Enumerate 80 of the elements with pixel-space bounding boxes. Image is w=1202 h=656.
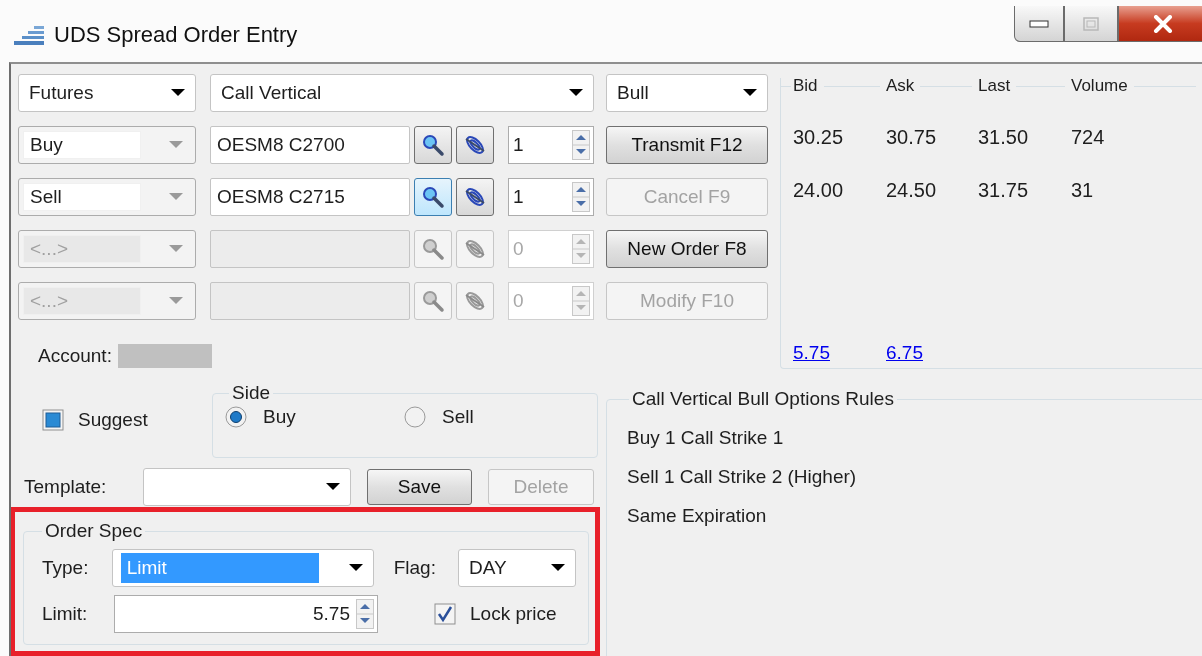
checkbox-label: Suggest [78, 409, 148, 432]
caret-icon [743, 89, 757, 97]
strategy-dropdown[interactable]: Call Vertical [210, 74, 594, 112]
table-cell: 30.25 [793, 126, 844, 148]
quantity-spinner[interactable]: 1 [508, 126, 594, 164]
link-icon [463, 289, 487, 313]
checkbox[interactable] [42, 409, 64, 432]
account-label: Account: [38, 345, 112, 367]
search-button[interactable] [414, 178, 452, 216]
search-icon [421, 237, 445, 261]
minimize-icon [1029, 19, 1049, 28]
caret-icon [169, 193, 183, 201]
table-cell: 31 [1071, 179, 1094, 201]
spin-arrows-icon[interactable] [572, 130, 590, 160]
symbol-field[interactable]: OESM8 C2715 [210, 178, 410, 216]
field-label: Type: [41, 557, 90, 579]
group-title: Call Vertical Bull Options Rules [631, 388, 895, 410]
table-cell: 724 [1071, 126, 1105, 148]
spin-arrows-icon[interactable] [356, 599, 374, 629]
column-header: Bid [793, 76, 818, 96]
column-header: Ask [886, 76, 915, 96]
radio-label: Sell [442, 406, 474, 429]
link-button[interactable] [456, 178, 494, 216]
radio-button[interactable] [225, 406, 247, 429]
price-link[interactable]: 5.75 [793, 342, 830, 363]
table-cell: 30.75 [886, 126, 937, 148]
caret-icon [326, 482, 340, 491]
group-title: Order Spec [44, 520, 144, 542]
column-header: Volume [1071, 76, 1128, 96]
search-icon [421, 289, 445, 313]
quantity-spinner[interactable]: 1 [508, 178, 594, 216]
window-title: UDS Spread Order Entry [54, 22, 298, 48]
table-cell: 24.00 [793, 179, 844, 201]
link-button[interactable] [456, 126, 494, 164]
caret-icon [169, 297, 183, 305]
rule-text: Buy 1 Call Strike 1 [626, 425, 785, 450]
maximize-button[interactable] [1064, 6, 1118, 42]
maximize-icon [1083, 16, 1099, 31]
instrument-dropdown[interactable]: Futures [18, 74, 196, 112]
caret-icon [551, 564, 565, 572]
checkbox[interactable] [434, 603, 456, 625]
template-label: Template: [23, 475, 108, 498]
group-title: Side [231, 382, 272, 405]
action-button[interactable]: New Order F8 [606, 230, 768, 268]
link-icon [463, 133, 487, 157]
rule-text: Same Expiration [626, 503, 768, 528]
side-dropdown[interactable]: Sell [18, 178, 196, 216]
radio-button[interactable] [404, 406, 426, 429]
caret-icon [169, 245, 183, 253]
action-button[interactable]: Transmit F12 [606, 126, 768, 164]
link-icon [463, 185, 487, 209]
radio-label: Buy [263, 406, 296, 429]
close-icon [1153, 14, 1173, 33]
rule-text: Sell 1 Call Strike 2 (Higher) [626, 464, 858, 489]
limit-price-spinner[interactable]: 5.75 [114, 595, 378, 633]
caret-icon [348, 564, 363, 572]
search-button[interactable] [414, 126, 452, 164]
symbol-field[interactable]: OESM8 C2700 [210, 126, 410, 164]
spin-arrows-icon[interactable] [572, 182, 590, 212]
table-cell: 24.50 [886, 179, 937, 201]
table-cell: 31.50 [978, 126, 1029, 148]
table-cell: 31.75 [978, 179, 1029, 201]
caret-icon [569, 89, 583, 97]
link-icon [463, 237, 487, 261]
search-icon [421, 133, 445, 157]
column-header: Last [978, 76, 1011, 96]
search-icon [421, 185, 445, 209]
field-label: Limit: [41, 603, 89, 625]
caret-icon [171, 89, 185, 97]
side-dropdown[interactable]: Buy [18, 126, 196, 164]
checkbox-label: Lock price [470, 603, 557, 625]
caret-icon [169, 141, 183, 149]
price-link[interactable]: 6.75 [886, 342, 923, 363]
close-button[interactable] [1118, 6, 1202, 42]
template-button[interactable]: Save [367, 468, 472, 505]
direction-dropdown[interactable]: Bull [606, 74, 768, 112]
minimize-button[interactable] [1014, 6, 1064, 42]
app-logo-icon [12, 24, 46, 46]
field-label: Flag: [393, 557, 437, 579]
flag-dropdown[interactable]: DAY [458, 549, 576, 587]
